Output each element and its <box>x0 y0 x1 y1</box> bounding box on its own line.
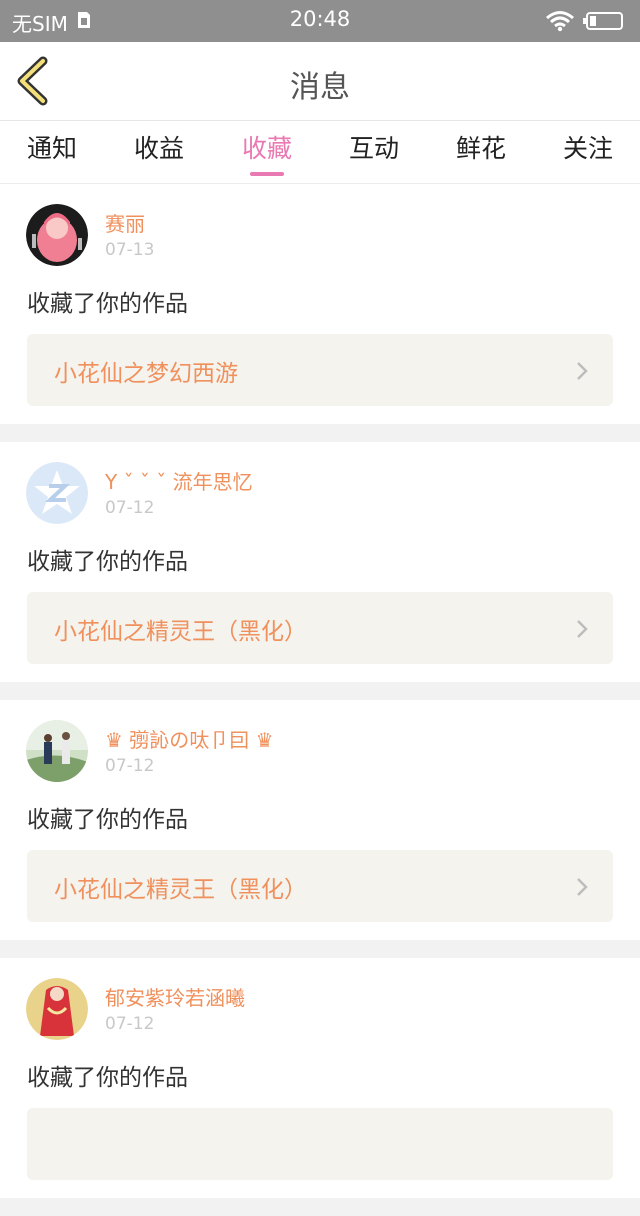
red-dress-avatar-icon[interactable] <box>26 978 88 1040</box>
nav-bar: 消息 <box>0 42 640 121</box>
user-name[interactable]: 郁安紫玲若涵曦 <box>105 982 245 1011</box>
work-title: 小花仙之精灵王（黑化） <box>54 619 307 645</box>
message-card: 郁安紫玲若涵曦 07-12 收藏了你的作品 <box>0 958 640 1198</box>
battery-icon <box>583 12 623 30</box>
message-card: Y ˇ ˇ ˇ 流年思忆 07-12 收藏了你的作品 小花仙之精灵王（黑化） <box>0 442 640 682</box>
work-link[interactable]: 小花仙之梦幻西游 <box>27 334 613 406</box>
active-tab-indicator <box>250 172 284 176</box>
tab-follow[interactable]: 关注 <box>548 129 628 165</box>
message-date: 07-12 <box>105 756 155 776</box>
status-bar: 无SIM 20:48 <box>0 0 640 42</box>
tab-favorites[interactable]: 收藏 <box>227 129 307 165</box>
message-action: 收藏了你的作品 <box>27 549 188 575</box>
tab-interactions[interactable]: 互动 <box>334 129 414 165</box>
work-link[interactable] <box>27 1108 613 1180</box>
message-action: 收藏了你的作品 <box>27 291 188 317</box>
user-name[interactable]: 赛丽 <box>105 208 145 237</box>
message-date: 07-12 <box>105 498 155 518</box>
tab-bar: 通知 收益 收藏 互动 鲜花 关注 <box>0 121 640 184</box>
work-link[interactable]: 小花仙之精灵王（黑化） <box>27 850 613 922</box>
message-date: 07-12 <box>105 1014 155 1034</box>
chevron-right-icon <box>577 362 588 380</box>
chevron-right-icon <box>577 878 588 896</box>
page-title: 消息 <box>290 70 350 105</box>
work-link[interactable]: 小花仙之精灵王（黑化） <box>27 592 613 664</box>
tab-flowers[interactable]: 鲜花 <box>441 129 521 165</box>
photo-avatar-icon[interactable] <box>26 720 88 782</box>
chevron-right-icon <box>577 620 588 638</box>
message-date: 07-13 <box>105 240 155 260</box>
user-name[interactable]: Y ˇ ˇ ˇ 流年思忆 <box>105 466 253 495</box>
message-card: ♛ 彅訫の呔卩囙 ♛ 07-12 收藏了你的作品 小花仙之精灵王（黑化） <box>0 700 640 940</box>
work-title: 小花仙之精灵王（黑化） <box>54 877 307 903</box>
wifi-icon <box>546 11 574 32</box>
tab-notifications[interactable]: 通知 <box>12 129 92 165</box>
user-name[interactable]: ♛ 彅訫の呔卩囙 ♛ <box>105 724 274 753</box>
message-card: 赛丽 07-13 收藏了你的作品 小花仙之梦幻西游 <box>0 184 640 424</box>
tab-earnings[interactable]: 收益 <box>119 129 199 165</box>
work-title: 小花仙之梦幻西游 <box>54 361 238 387</box>
clock: 20:48 <box>289 7 351 31</box>
message-list: 赛丽 07-13 收藏了你的作品 小花仙之梦幻西游 Y ˇ ˇ ˇ 流年思忆 0… <box>0 184 640 1216</box>
message-action: 收藏了你的作品 <box>27 1065 188 1091</box>
message-action: 收藏了你的作品 <box>27 807 188 833</box>
default-avatar-icon[interactable] <box>26 462 88 524</box>
anime-girl-avatar-icon[interactable] <box>26 204 88 266</box>
